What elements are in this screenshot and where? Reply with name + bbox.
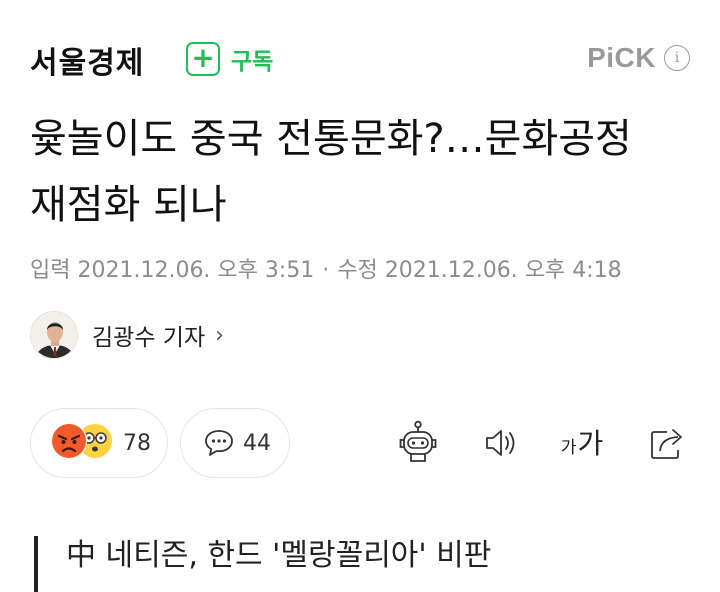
article-title: 윷놀이도 중국 전통문화?…문화공정 재점화 되나 (30, 116, 632, 228)
summary-bot-button[interactable] (393, 418, 443, 468)
input-date: 입력 2021.12.06. 오후 3:51 (30, 258, 315, 283)
info-icon[interactable]: i (664, 45, 690, 71)
press-name[interactable]: 서울경제 (30, 38, 144, 82)
pick-badge: PiCK i (587, 42, 690, 74)
reaction-button[interactable]: 78 (30, 408, 168, 478)
font-size-small-label: 가 (560, 438, 577, 458)
header: 서울경제 + 구독 PiCK i (30, 36, 690, 84)
date-separator: · (322, 258, 330, 283)
font-size-large-label: 가 (577, 427, 604, 460)
share-button[interactable] (642, 418, 692, 468)
font-size-button[interactable]: 가가 (552, 420, 612, 466)
share-icon (651, 429, 682, 459)
comment-button[interactable]: 44 (180, 408, 290, 478)
subscribe-label: 구독 (231, 49, 274, 75)
robot-summary-icon (399, 420, 437, 462)
reaction-count: 78 (123, 430, 151, 456)
chevron-right-icon: › (215, 322, 224, 348)
avatar (30, 311, 78, 359)
text-to-speech-button[interactable] (476, 418, 526, 468)
pick-label: PiCK (587, 42, 656, 73)
reaction-emojis (51, 423, 117, 463)
author-link[interactable]: 김광수 기자 › (30, 310, 224, 360)
article-subtitle: 中 네티즌, 한드 '멜랑꼴리아' 비판 (34, 536, 491, 592)
author-name: 김광수 기자 (92, 325, 206, 351)
comment-icon (205, 430, 233, 456)
article-dates: 입력 2021.12.06. 오후 3:51 · 수정 2021.12.06. 오후… (30, 252, 622, 284)
comment-count: 44 (243, 430, 271, 456)
angry-emoji-icon (51, 423, 87, 459)
plus-icon: + (186, 42, 220, 76)
modified-date: 수정 2021.12.06. 오후 4:18 (337, 258, 622, 283)
speaker-icon (486, 430, 515, 456)
subscribe-button[interactable]: + 구독 (186, 42, 273, 76)
